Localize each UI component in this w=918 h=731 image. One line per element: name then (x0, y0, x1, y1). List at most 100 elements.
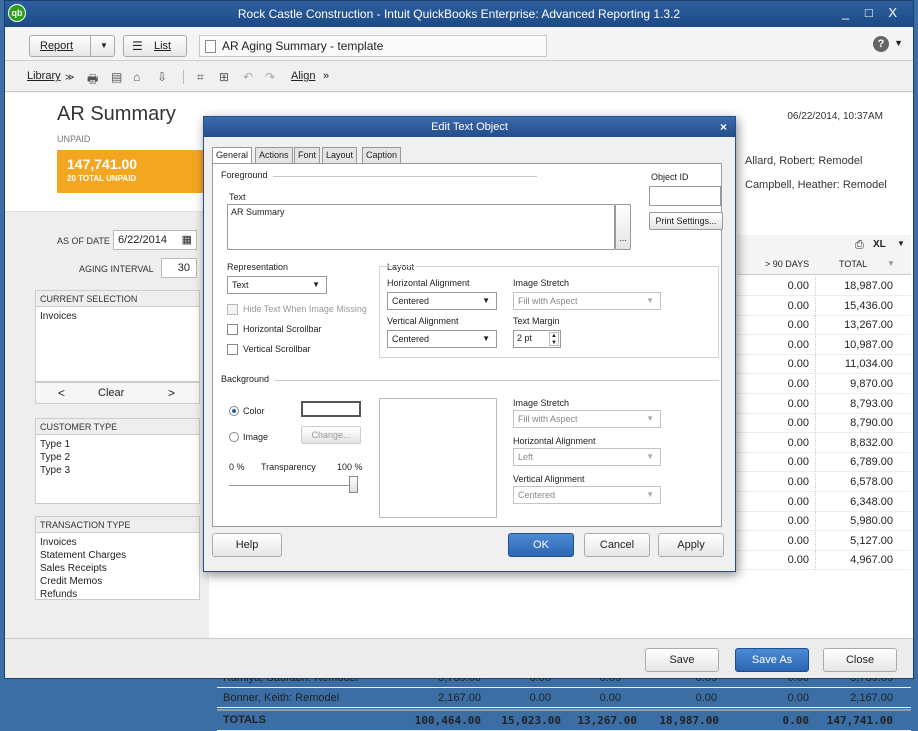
hide-text-checkbox[interactable] (227, 304, 238, 315)
help-icon[interactable]: ? (873, 36, 889, 52)
calendar-icon[interactable]: ▦ (182, 233, 192, 246)
customer-type-list: CUSTOMER TYPE Type 1 Type 2 Type 3 (35, 418, 200, 504)
customer-card-2[interactable]: Campbell, Heather: Remodel (745, 179, 887, 191)
col-over-90[interactable]: > 90 DAYS (765, 259, 809, 269)
xl-dropdown-icon[interactable]: ▼ (897, 239, 905, 248)
v-align-select[interactable]: Centered ▼ (387, 330, 497, 348)
row-cell: 6,578.00 (850, 476, 893, 488)
color-swatch[interactable] (301, 401, 361, 417)
row-cell: 0.00 (787, 358, 809, 371)
list-item[interactable]: Sales Receipts (36, 562, 199, 575)
window-controls[interactable]: _ □ X (842, 5, 903, 20)
snap-grid-icon[interactable]: ⌗ (197, 70, 211, 84)
print-settings-button[interactable]: Print Settings... (649, 212, 723, 230)
as-of-date-input[interactable]: 6/22/2014 ▦ (113, 230, 197, 250)
bg-h-align-select[interactable]: Left ▼ (513, 448, 661, 466)
v-align-label: Vertical Alignment (387, 316, 459, 326)
text-margin-input[interactable]: 2 pt ▲ ▼ (513, 330, 561, 348)
list-icon: ☰ (132, 39, 143, 53)
text-label: Text (229, 192, 246, 202)
row-cell: 0.00 (787, 319, 809, 332)
col-total[interactable]: TOTAL (839, 259, 867, 269)
list-item[interactable]: Type 3 (36, 464, 199, 477)
save-as-button[interactable]: Save As (735, 648, 809, 672)
text-expression-button[interactable]: ... (615, 204, 631, 250)
representation-select[interactable]: Text ▼ (227, 276, 327, 294)
dialog-cancel-button[interactable]: Cancel (584, 533, 650, 557)
save-icon[interactable]: ▤ (111, 70, 125, 84)
document-icon (205, 40, 216, 53)
total-cell: 18,987.00 (659, 714, 719, 727)
image-radio[interactable] (229, 432, 239, 442)
total-cell: 0.00 (782, 714, 810, 727)
total-cell: 15,023.00 (501, 714, 561, 727)
text-field[interactable]: AR Summary (227, 204, 615, 250)
sort-icon[interactable]: ▼ (887, 259, 895, 268)
unpaid-amount: 147,741.00 (67, 156, 138, 172)
list-item[interactable]: Invoices (36, 536, 199, 549)
undo-icon[interactable]: ↶ (243, 70, 257, 84)
change-image-button[interactable]: Change... (301, 426, 361, 444)
layout-icon[interactable]: ⊞ (219, 70, 233, 84)
tab-layout[interactable]: Layout (322, 147, 358, 164)
bg-image-stretch-select[interactable]: Fill with Aspect ▼ (513, 410, 661, 428)
list-item[interactable]: Type 1 (36, 438, 199, 451)
list-item[interactable]: Credit Memos (36, 575, 199, 588)
prev-button[interactable]: < (58, 386, 65, 400)
dialog-help-button[interactable]: Help (212, 533, 282, 557)
list-item[interactable]: Type 2 (36, 451, 199, 464)
list-button[interactable]: ☰ List (123, 35, 187, 57)
help-dropdown-icon[interactable]: ▼ (894, 38, 903, 48)
row-name: Bonner, Keith: Remodel (223, 692, 340, 704)
customer-card-1[interactable]: Allard, Robert: Remodel (745, 155, 862, 167)
transparency-slider-thumb[interactable] (349, 476, 358, 493)
background-preview (379, 398, 497, 518)
clear-button[interactable]: Clear (98, 387, 124, 399)
save-button[interactable]: Save (645, 648, 719, 672)
page-setup-icon[interactable]: ⌂ (133, 70, 147, 84)
list-item[interactable]: Statement Charges (36, 549, 199, 562)
align-menu[interactable]: Align (291, 70, 315, 82)
image-stretch-label: Image Stretch (513, 278, 570, 288)
library-menu[interactable]: Library (27, 70, 61, 82)
list-item[interactable]: Refunds (36, 588, 199, 599)
tab-caption[interactable]: Caption (362, 147, 402, 164)
close-button[interactable]: Close (823, 648, 897, 672)
vertical-scrollbar-checkbox[interactable] (227, 344, 238, 355)
export-icon[interactable]: ⇩ (157, 70, 171, 84)
export-xl-button[interactable]: XL (873, 239, 886, 250)
h-align-select[interactable]: Centered ▼ (387, 292, 497, 310)
table-row[interactable]: Bonner, Keith: Remodel 2,167.00 0.00 0.0… (217, 689, 911, 708)
text-field-value: AR Summary (231, 207, 285, 217)
chevron-down-icon: ▼ (646, 490, 654, 499)
report-tab-title[interactable]: AR Aging Summary - template (199, 35, 547, 57)
tab-font[interactable]: Font (294, 147, 321, 164)
background-section-label: Background (221, 374, 270, 384)
color-radio[interactable] (229, 406, 239, 416)
next-button[interactable]: > (168, 386, 175, 400)
report-title[interactable]: AR Summary (57, 103, 176, 126)
row-cell: 0.00 (787, 515, 809, 528)
dialog-apply-button[interactable]: Apply (658, 533, 724, 557)
report-dropdown-icon[interactable]: ▼ (100, 41, 108, 50)
tab-actions[interactable]: Actions (255, 147, 293, 164)
image-stretch-select[interactable]: Fill with Aspect ▼ (513, 292, 661, 310)
printer-icon[interactable]: ⎙ (855, 239, 864, 252)
dialog-ok-button[interactable]: OK (508, 533, 574, 557)
unpaid-summary-tile[interactable]: 147,741.00 20 TOTAL UNPAID (57, 150, 225, 193)
aging-interval-input[interactable]: 30 (161, 258, 197, 278)
bg-v-align-select[interactable]: Centered ▼ (513, 486, 661, 504)
grid-header: ⎙ XL ▼ > 90 DAYS TOTAL ▼ (737, 235, 911, 275)
transparency-track[interactable] (229, 485, 355, 486)
dialog-close-icon[interactable]: × (720, 120, 727, 134)
print-icon[interactable]: 🖶 (87, 70, 101, 86)
object-id-input[interactable] (649, 186, 721, 206)
redo-icon[interactable]: ↷ (265, 70, 279, 84)
list-item[interactable]: Invoices (36, 310, 199, 323)
report-button[interactable]: Report ▼ (29, 35, 115, 57)
stepper-icon[interactable]: ▲ ▼ (549, 332, 559, 346)
align-more-icon[interactable]: » (323, 70, 329, 82)
horizontal-scrollbar-checkbox[interactable] (227, 324, 238, 335)
library-chevron-icon[interactable]: ≫ (65, 72, 74, 83)
row-cell: 0.00 (787, 495, 809, 508)
